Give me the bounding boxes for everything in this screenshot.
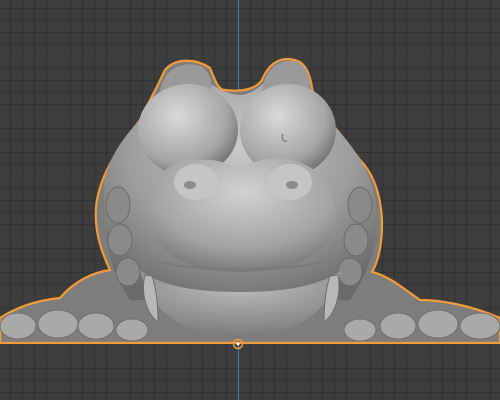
3d-viewport[interactable] bbox=[0, 0, 500, 400]
object-origin-icon[interactable] bbox=[232, 338, 244, 350]
snout bbox=[150, 158, 337, 272]
sculpt-model[interactable] bbox=[0, 0, 500, 400]
